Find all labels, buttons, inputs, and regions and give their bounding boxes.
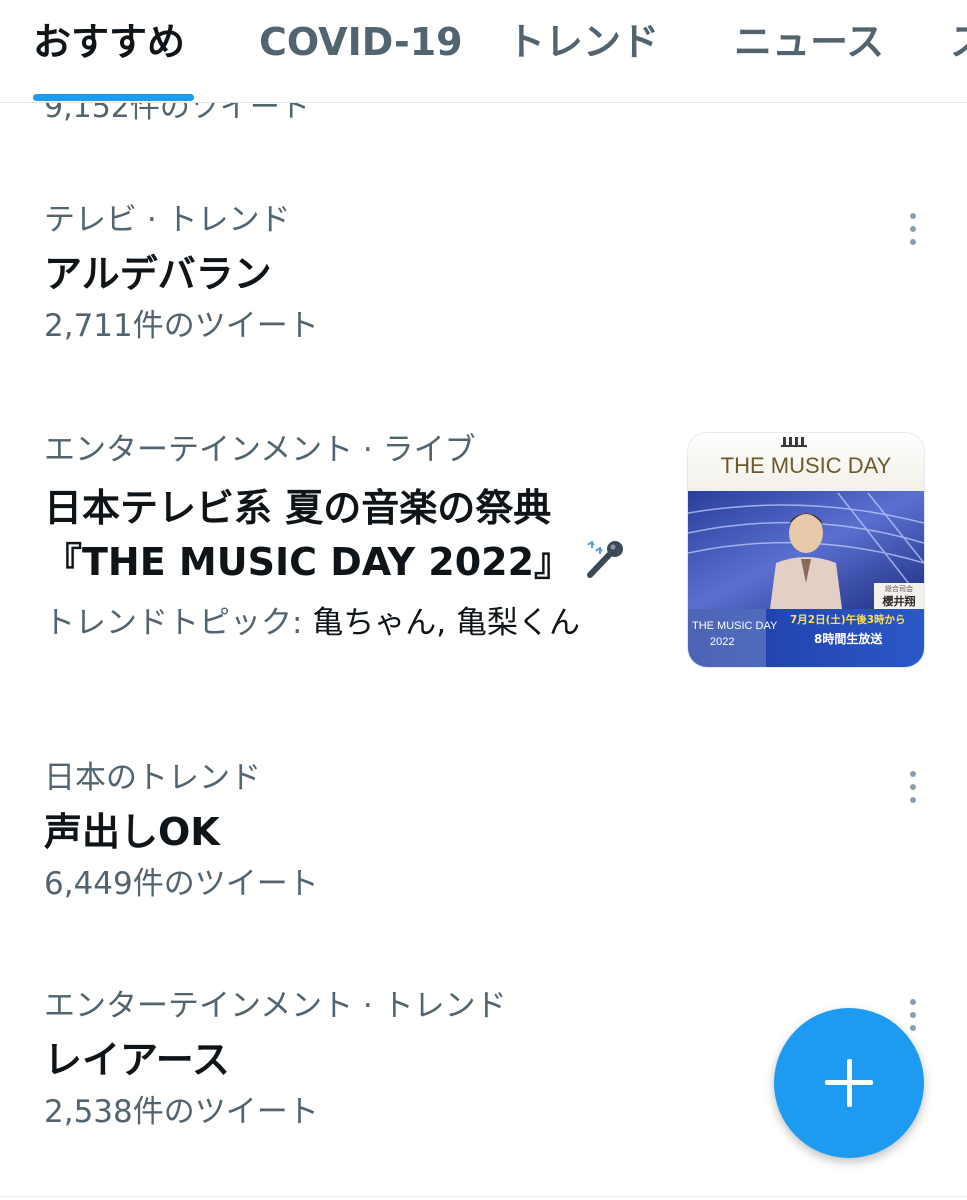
trend-item[interactable]: テレビ · トレンド アルデバラン 2,711件のツイート <box>44 200 319 346</box>
compose-tweet-button[interactable] <box>774 1008 924 1158</box>
more-options-icon[interactable] <box>906 210 920 250</box>
active-tab-indicator <box>33 94 194 101</box>
trend-title: アルデバラン <box>44 252 272 296</box>
tab-sports[interactable]: ス <box>950 14 967 70</box>
thumbnail-caption: 総合司会 <box>885 584 913 593</box>
trend-tweet-count: 6,449件のツイート <box>44 866 319 902</box>
more-options-icon[interactable] <box>906 768 920 808</box>
divider <box>0 1196 967 1197</box>
tab-recommended[interactable]: おすすめ <box>33 14 185 70</box>
trend-context: エンターテインメント · トレンド <box>44 988 507 1024</box>
trend-title: 日本テレビ系 夏の音楽の祭典 『THE MUSIC DAY 2022』 <box>44 484 634 590</box>
tab-trending[interactable]: トレンド <box>507 14 659 70</box>
more-options-icon[interactable] <box>906 996 920 1036</box>
trend-title-line1: 日本テレビ系 夏の音楽の祭典 <box>44 486 552 530</box>
thumbnail-broadcast: 8時間生放送 <box>814 631 883 646</box>
topics-keywords: 亀ちゃん, 亀梨くん <box>312 605 581 641</box>
thumbnail-bottom-year: 2022 <box>710 636 734 648</box>
mic-icon <box>584 539 628 590</box>
trend-title-line2: 『THE MUSIC DAY 2022』 <box>44 540 573 584</box>
trend-item[interactable]: 日本のトレンド 声出しOK 6,449件のツイート <box>44 758 319 904</box>
trend-context: テレビ · トレンド <box>44 202 291 238</box>
topics-label: トレンドトピック: <box>44 605 313 641</box>
thumbnail-bottom-logo: THE MUSIC DAY <box>692 620 778 632</box>
thumbnail-logo: THE MUSIC DAY <box>721 453 892 478</box>
trend-title: レイアース <box>44 1038 230 1082</box>
tab-covid19[interactable]: COVID-19 <box>259 14 463 70</box>
trend-context: 日本のトレンド <box>44 760 261 796</box>
thumbnail-name: 櫻井翔 <box>882 594 916 608</box>
trend-tweet-count: 2,711件のツイート <box>44 308 319 344</box>
trend-context: エンターテインメント · ライブ <box>44 432 476 468</box>
trend-item-live-event[interactable]: エンターテインメント · ライブ 日本テレビ系 夏の音楽の祭典 『THE MUS… <box>44 430 634 646</box>
tab-news[interactable]: ニュース <box>734 14 884 70</box>
trend-item[interactable]: エンターテインメント · トレンド レイアース 2,538件のツイート <box>44 986 507 1132</box>
trend-tweet-count: 2,538件のツイート <box>44 1094 319 1130</box>
trend-topics: トレンドトピック: 亀ちゃん, 亀梨くん <box>44 600 634 646</box>
thumbnail-schedule: 7月2日(土)午後3時から <box>790 613 906 626</box>
trend-title: 声出しOK <box>44 810 220 854</box>
tab-bar: おすすめ COVID-19 トレンド ニュース ス <box>0 0 967 103</box>
event-thumbnail[interactable]: THE MUSIC DAY 総合司会 櫻井翔 THE MUSIC DAY 202… <box>687 432 925 668</box>
